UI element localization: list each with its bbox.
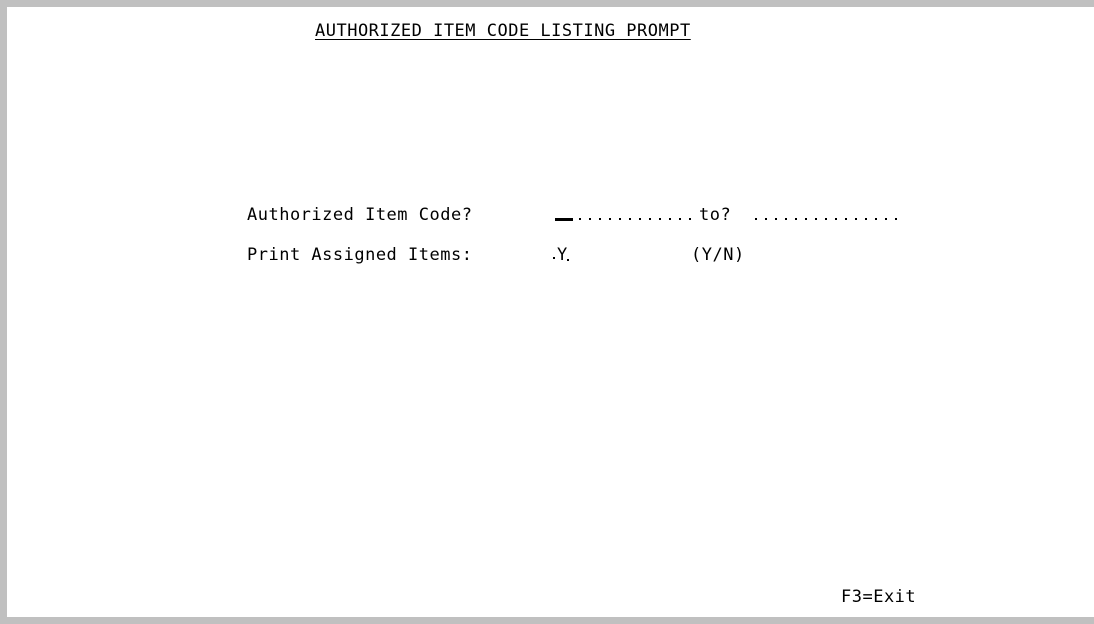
field-start-marker [553, 257, 555, 259]
item-code-label: Authorized Item Code? [247, 205, 473, 225]
input-placeholder-dots [751, 201, 901, 223]
print-assigned-hint: (Y/N) [691, 245, 745, 265]
item-code-from-input[interactable] [555, 201, 697, 223]
f3-exit-key[interactable]: F3=Exit [841, 587, 916, 607]
terminal-screen: AUTHORIZED ITEM CODE LISTING PROMPT Auth… [0, 0, 1094, 624]
print-assigned-label: Print Assigned Items: [247, 245, 473, 265]
print-assigned-value: Y [557, 245, 568, 265]
field-end-marker [567, 259, 569, 261]
item-code-to-label: to? [699, 205, 732, 225]
text-cursor [555, 218, 573, 221]
item-code-to-input[interactable] [751, 201, 901, 223]
print-assigned-input[interactable]: Y [553, 241, 579, 265]
input-placeholder-dots [575, 201, 695, 223]
page-title: AUTHORIZED ITEM CODE LISTING PROMPT [315, 21, 691, 41]
